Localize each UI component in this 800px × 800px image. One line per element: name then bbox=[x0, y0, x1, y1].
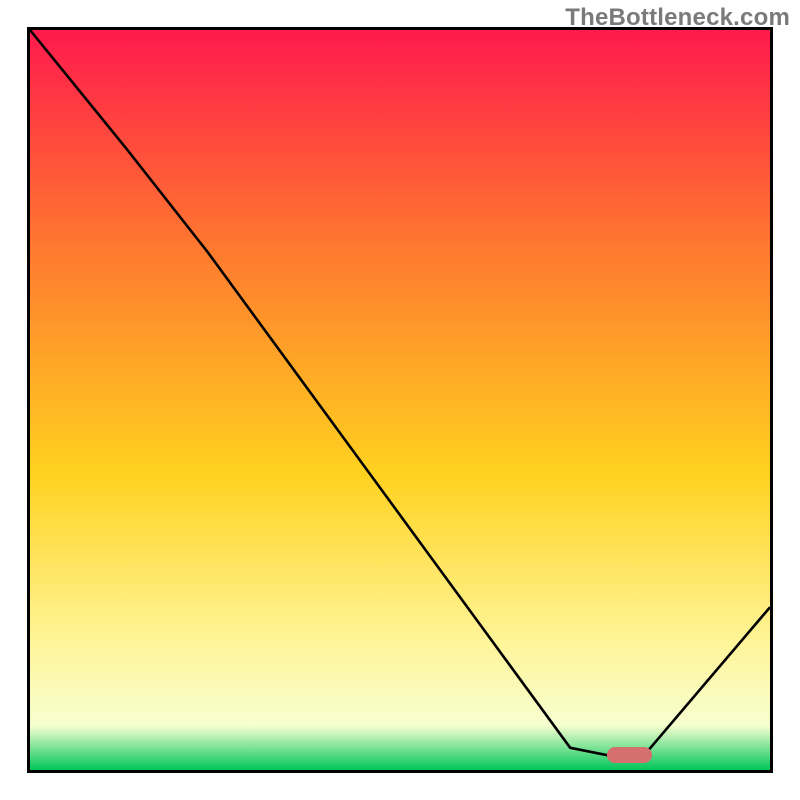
bottleneck-curve bbox=[30, 30, 770, 755]
optimal-range-marker bbox=[607, 747, 651, 763]
chart-frame: TheBottleneck.com bbox=[0, 0, 800, 800]
curve-layer bbox=[30, 30, 770, 770]
plot-area bbox=[27, 27, 773, 773]
